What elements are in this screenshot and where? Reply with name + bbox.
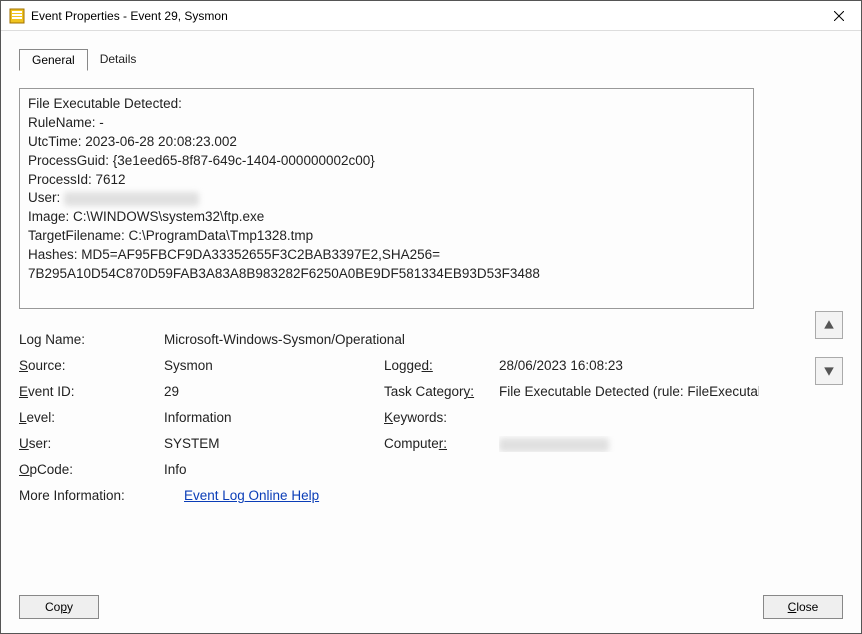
- text: S: [19, 358, 28, 373]
- event-line: Image: C:\WINDOWS\system32\ftp.exe: [28, 209, 264, 224]
- taskcat-value: File Executable Detected (rule: FileExec…: [499, 384, 759, 399]
- level-label: Level:: [19, 410, 164, 425]
- eventid-label: Event ID:: [19, 384, 164, 399]
- event-line: UtcTime: 2023-06-28 20:08:23.002: [28, 134, 237, 149]
- text: pCode:: [30, 462, 74, 477]
- text: Log Name:: [19, 332, 85, 347]
- text: eywords:: [393, 410, 447, 425]
- event-line: Hashes: MD5=AF95FBCF9DA33352655F3C2BAB33…: [28, 247, 440, 262]
- prev-event-button[interactable]: [815, 311, 843, 339]
- user-value: SYSTEM: [164, 436, 384, 451]
- text: r:: [439, 436, 447, 451]
- opcode-label: OpCode:: [19, 462, 164, 477]
- event-log-online-help-link[interactable]: Event Log Online Help: [184, 488, 319, 503]
- computer-label: Computer:: [384, 436, 499, 451]
- text: lose: [796, 600, 818, 614]
- text: ource:: [28, 358, 66, 373]
- event-line: 7B295A10D54C870D59FAB3A83A8B983282F6250A…: [28, 266, 540, 281]
- text: K: [384, 410, 393, 425]
- nav-buttons: [815, 311, 843, 385]
- text: ser:: [29, 436, 52, 451]
- next-event-button[interactable]: [815, 357, 843, 385]
- log-properties-grid: Log Name: Microsoft-Windows-Sysmon/Opera…: [19, 327, 759, 509]
- keywords-label: Keywords:: [384, 410, 499, 425]
- logged-label: Logged:: [384, 358, 499, 373]
- opcode-value: Info: [164, 462, 384, 477]
- redacted-computer: [499, 438, 609, 452]
- client-area: General Details File Executable Detected…: [1, 31, 861, 633]
- event-line: File Executable Detected:: [28, 96, 182, 111]
- event-line: TargetFilename: C:\ProgramData\Tmp1328.t…: [28, 228, 313, 243]
- taskcat-label: Task Category:: [384, 384, 499, 399]
- computer-value: [499, 436, 759, 451]
- event-description-box[interactable]: File Executable Detected: RuleName: - Ut…: [19, 88, 754, 309]
- text: U: [19, 436, 29, 451]
- tab-details[interactable]: Details: [88, 49, 149, 71]
- user-label: User:: [19, 436, 164, 451]
- text: O: [19, 462, 30, 477]
- copy-button[interactable]: Copy: [19, 595, 99, 619]
- moreinfo-label: More Information:: [19, 488, 184, 503]
- text: y: [67, 600, 73, 614]
- text: Logge: [384, 358, 422, 373]
- event-line: ProcessId: 7612: [28, 172, 126, 187]
- close-icon[interactable]: [821, 2, 857, 30]
- level-value: Information: [164, 410, 384, 425]
- titlebar: Event Properties - Event 29, Sysmon: [1, 1, 861, 31]
- text: Compute: [384, 436, 439, 451]
- eventid-value: 29: [164, 384, 384, 399]
- text: L: [19, 410, 27, 425]
- source-label: Source:: [19, 358, 164, 373]
- event-line: ProcessGuid: {3e1eed65-8f87-649c-1404-00…: [28, 153, 375, 168]
- text: Task Categor: [384, 384, 464, 399]
- redacted-user: [64, 192, 199, 206]
- tab-general[interactable]: General: [19, 49, 88, 71]
- event-line-user-prefix: User:: [28, 190, 64, 205]
- log-name-label: Log Name:: [19, 332, 164, 347]
- text: p: [60, 600, 67, 614]
- text: E: [19, 384, 28, 399]
- arrow-down-icon: [823, 365, 835, 377]
- log-name-value: Microsoft-Windows-Sysmon/Operational: [164, 332, 405, 347]
- dialog-footer: Copy Close: [19, 595, 843, 619]
- text: C: [788, 600, 797, 614]
- text: vent ID:: [28, 384, 75, 399]
- text: evel:: [27, 410, 56, 425]
- close-button[interactable]: Close: [763, 595, 843, 619]
- event-line: RuleName: -: [28, 115, 104, 130]
- text: Co: [45, 600, 60, 614]
- app-icon: [9, 8, 25, 24]
- window-title: Event Properties - Event 29, Sysmon: [31, 9, 821, 23]
- text: y:: [464, 384, 475, 399]
- event-properties-window: Event Properties - Event 29, Sysmon Gene…: [0, 0, 862, 634]
- logged-value: 28/06/2023 16:08:23: [499, 358, 759, 373]
- arrow-up-icon: [823, 319, 835, 331]
- tabstrip: General Details: [19, 49, 843, 71]
- text: d:: [422, 358, 433, 373]
- tab-body: File Executable Detected: RuleName: - Ut…: [19, 70, 843, 509]
- source-value: Sysmon: [164, 358, 384, 373]
